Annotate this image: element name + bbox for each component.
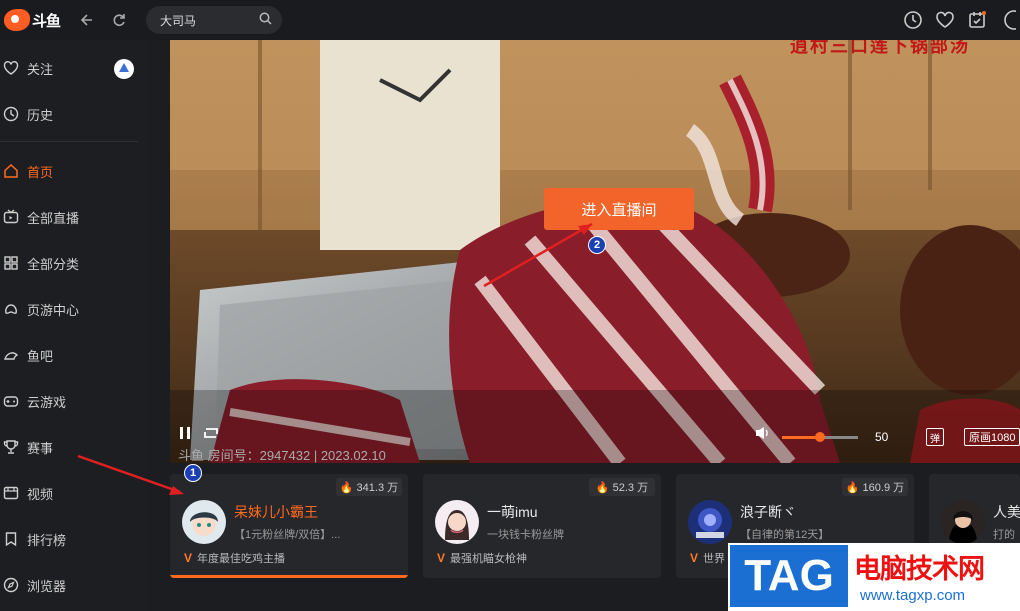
app-window: 斗鱼 大司马 关注 历史 首页 全部直播 全部分类 页游中心 鱼吧 云游戏 赛事… xyxy=(0,0,1020,611)
sidebar-item-rankings[interactable]: 排行榜 xyxy=(0,516,148,562)
annotation-arrow-2 xyxy=(483,222,593,288)
sidebar-item-home[interactable]: 首页 xyxy=(0,148,148,194)
stream-title: 【自律的第12天】 xyxy=(740,529,830,541)
sidebar-item-label: 鱼吧 xyxy=(27,348,54,364)
sidebar-item-label: 视频 xyxy=(27,486,54,502)
sidebar-item-label: 浏览器 xyxy=(27,578,67,594)
stream-title: 【1元粉丝牌/双倍】... xyxy=(234,529,341,541)
search-icon[interactable] xyxy=(259,12,272,28)
loop-icon[interactable] xyxy=(202,425,220,441)
volume-handle[interactable] xyxy=(815,432,825,442)
streamer-tag: V 年度最佳吃鸡主播 xyxy=(184,551,286,565)
active-card-underline xyxy=(170,575,408,578)
annotation-arrow-1 xyxy=(77,454,184,495)
stream-title: 打的 xyxy=(993,529,1015,541)
sidebar-item-web-games[interactable]: 页游中心 xyxy=(0,286,148,332)
sidebar-item-label: 首页 xyxy=(27,164,54,180)
sidebar-item-follow[interactable]: 关注 xyxy=(0,45,148,91)
bookmark-icon xyxy=(2,530,20,548)
follow-heart-icon[interactable] xyxy=(934,9,956,31)
watermark-tag: TAG xyxy=(730,545,848,607)
douyu-logo[interactable]: 斗鱼 xyxy=(4,9,66,31)
quality-selector[interactable]: 原画1080 xyxy=(964,428,1020,446)
flame-icon: 🔥 xyxy=(845,481,860,494)
search-box[interactable]: 大司马 xyxy=(146,6,282,34)
streamer-name: 呆妹儿小霸王 xyxy=(234,504,318,520)
gamepad-icon xyxy=(2,300,20,318)
search-input[interactable]: 大司马 xyxy=(160,12,259,29)
v-badge-icon: V xyxy=(690,551,699,565)
streamer-card[interactable]: 🔥 341.3 万 呆妹儿小霸王 【1元粉丝牌/双倍】... V 年度最佳吃鸡主播 xyxy=(170,474,408,578)
streamer-tag: V 最强机瞄女枪神 xyxy=(437,551,528,565)
avatar[interactable] xyxy=(688,500,732,544)
live-badge-icon xyxy=(114,59,134,79)
calendar-check-icon[interactable] xyxy=(966,9,988,31)
streamer-name: 人美 xyxy=(993,504,1020,520)
sidebar-item-label: 关注 xyxy=(27,61,54,77)
volume-slider[interactable] xyxy=(782,432,858,442)
annotation-marker-1: 1 xyxy=(184,464,202,482)
home-icon xyxy=(2,162,20,180)
video-icon xyxy=(2,484,20,502)
user-avatar-icon[interactable] xyxy=(998,9,1020,31)
sidebar-item-label: 页游中心 xyxy=(27,302,80,318)
flame-icon: 🔥 xyxy=(595,481,610,494)
sidebar-item-history[interactable]: 历史 xyxy=(0,91,148,137)
volume-icon[interactable] xyxy=(754,425,772,441)
annotation-marker-2: 2 xyxy=(588,236,606,254)
sidebar-item-cloud-games[interactable]: 云游戏 xyxy=(0,378,148,424)
controller-icon xyxy=(2,392,20,410)
flame-icon: 🔥 xyxy=(339,481,354,494)
tv-icon xyxy=(2,208,20,226)
streamer-name: 一萌imu xyxy=(487,504,538,520)
pause-icon[interactable] xyxy=(178,425,192,441)
sidebar-item-all-live[interactable]: 全部直播 xyxy=(0,194,148,240)
logo-text: 斗鱼 xyxy=(32,12,61,30)
back-arrow-icon[interactable] xyxy=(76,9,98,31)
video-overlay-text: 逍村三口莲下锅部汤 xyxy=(790,40,970,56)
watermark-site-name: 电脑技术网 xyxy=(854,554,985,584)
sidebar-item-label: 排行榜 xyxy=(27,532,67,548)
top-right-tools xyxy=(902,0,1020,40)
refresh-icon[interactable] xyxy=(108,9,130,31)
v-badge-icon: V xyxy=(184,551,193,565)
sidebar-item-all-categories[interactable]: 全部分类 xyxy=(0,240,148,286)
compass-icon xyxy=(2,576,20,594)
top-bar: 斗鱼 大司马 xyxy=(0,0,1020,40)
trophy-icon xyxy=(2,438,20,456)
avatar[interactable] xyxy=(182,500,226,544)
main-content: 逍村三口莲下锅部汤 进入直播间 斗鱼 房间号：2947432 | 2023.02… xyxy=(148,40,1020,611)
room-meta: 斗鱼 房间号：2947432 | 2023.02.10 xyxy=(178,448,386,463)
sidebar-item-label: 全部直播 xyxy=(27,210,80,226)
avatar[interactable] xyxy=(941,500,985,544)
clock-icon xyxy=(2,105,20,123)
streamer-name: 浪子断ヾ xyxy=(740,504,796,520)
sidebar-item-browser[interactable]: 浏览器 xyxy=(0,562,148,608)
sidebar-item-label: 历史 xyxy=(27,107,54,123)
danmaku-toggle[interactable]: 弹 xyxy=(926,428,944,446)
v-badge-icon: V xyxy=(437,551,446,565)
fish-logo-icon xyxy=(4,9,30,31)
sidebar-item-label: 云游戏 xyxy=(27,394,67,410)
fish-icon xyxy=(2,346,20,364)
heart-icon xyxy=(2,59,20,77)
stream-title: 一块钱卡粉丝牌 xyxy=(487,529,564,541)
sidebar-item-label: 全部分类 xyxy=(27,256,80,272)
sidebar: 关注 历史 首页 全部直播 全部分类 页游中心 鱼吧 云游戏 赛事 视频 排行榜… xyxy=(0,40,148,611)
watermark: TAG 电脑技术网 www.tagxp.com xyxy=(728,543,1020,611)
volume-value: 50 xyxy=(875,430,889,444)
sidebar-item-label: 赛事 xyxy=(27,440,54,456)
popularity-badge: 🔥 52.3 万 xyxy=(589,478,655,496)
streamer-card[interactable]: 🔥 52.3 万 一萌imu 一块钱卡粉丝牌 V 最强机瞄女枪神 xyxy=(423,474,661,578)
sidebar-divider xyxy=(0,141,138,142)
streamer-tag: V 世界 xyxy=(690,551,726,565)
sidebar-item-fishbar[interactable]: 鱼吧 xyxy=(0,332,148,378)
avatar[interactable] xyxy=(435,500,479,544)
history-clock-icon[interactable] xyxy=(902,9,924,31)
popularity-badge: 🔥 160.9 万 xyxy=(842,478,908,496)
live-video-player[interactable]: 逍村三口莲下锅部汤 进入直播间 斗鱼 房间号：2947432 | 2023.02… xyxy=(170,40,1020,463)
grid-icon xyxy=(2,254,20,272)
watermark-url: www.tagxp.com xyxy=(860,587,966,604)
popularity-badge: 🔥 341.3 万 xyxy=(336,478,402,496)
